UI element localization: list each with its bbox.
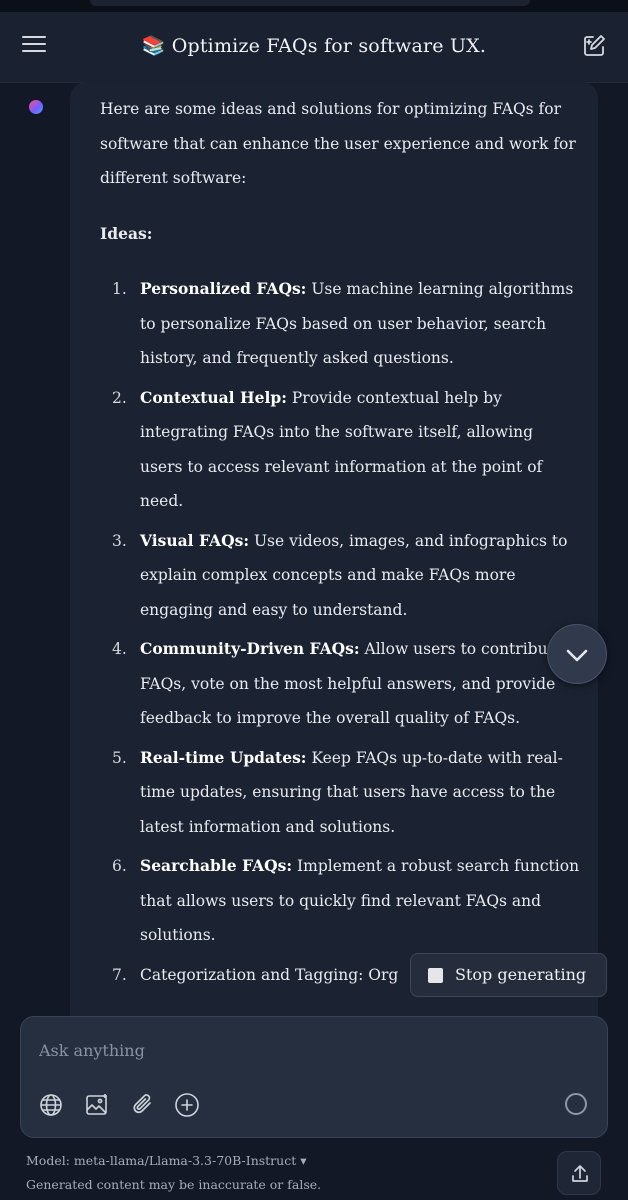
idea-number: 6.: [112, 857, 127, 875]
idea-number: 2.: [112, 388, 127, 407]
loading-spinner-icon: [565, 1093, 587, 1115]
idea-item: 4. Community-Driven FAQs: Allow users to …: [100, 632, 580, 736]
chevron-down-icon: [566, 649, 588, 662]
ideas-list: 1. Personalized FAQs: Use machine learnin…: [100, 272, 580, 992]
scroll-down-button[interactable]: [547, 624, 607, 684]
model-selector[interactable]: Model: meta-llama/Llama-3.3-70B-Instruct…: [26, 1153, 307, 1168]
books-emoji: 📚: [141, 35, 166, 57]
idea-title: Contextual Help:: [140, 387, 287, 407]
status-pill: [90, 0, 530, 6]
idea-title: Real-time Updates:: [140, 747, 307, 767]
idea-item: 3. Visual FAQs: Use videos, images, and i…: [100, 524, 580, 628]
new-chat-icon[interactable]: [580, 32, 608, 60]
message-composer: [20, 1016, 608, 1138]
paperclip-icon[interactable]: [129, 1091, 157, 1119]
idea-title: Searchable FAQs:: [140, 856, 293, 875]
idea-number: 1.: [112, 280, 127, 298]
caret-down-icon: ▾: [300, 1153, 307, 1168]
idea-item: 6. Searchable FAQs: Implement a robust se…: [100, 849, 580, 953]
stop-square-icon: [428, 968, 443, 983]
app-header: 📚 Optimize FAQs for software UX.: [0, 12, 628, 83]
stop-generating-label: Stop generating: [455, 965, 587, 984]
idea-number: 7.: [112, 965, 127, 984]
globe-icon[interactable]: [37, 1091, 65, 1119]
idea-text: Categorization and Tagging: Org: [140, 965, 399, 984]
status-strip: [0, 0, 628, 12]
chat-input[interactable]: [37, 1035, 581, 1065]
idea-item: 2. Contextual Help: Provide contextual he…: [100, 381, 580, 519]
idea-title: Personalized FAQs:: [140, 279, 307, 298]
idea-title: Community-Driven FAQs:: [140, 639, 360, 658]
conversation-title: 📚 Optimize FAQs for software UX.: [0, 34, 628, 57]
share-button[interactable]: [557, 1151, 601, 1195]
disclaimer: Generated content may be inaccurate or f…: [26, 1177, 322, 1192]
model-label: Model: meta-llama/Llama-3.3-70B-Instruct: [26, 1153, 297, 1168]
ideas-heading: Ideas:: [100, 223, 153, 243]
assistant-avatar: [29, 100, 43, 114]
plus-circle-icon[interactable]: [173, 1091, 201, 1119]
assistant-message: Here are some ideas and solutions for op…: [100, 92, 580, 997]
conversation-title-text: Optimize FAQs for software UX.: [171, 35, 487, 57]
share-upload-icon: [572, 1165, 588, 1182]
image-generate-icon[interactable]: [83, 1091, 111, 1119]
idea-number: 5.: [112, 748, 127, 767]
idea-number: 3.: [112, 531, 127, 550]
stop-generating-button[interactable]: Stop generating: [410, 953, 607, 997]
idea-number: 4.: [112, 640, 127, 658]
idea-item: 5. Real-time Updates: Keep FAQs up-to-dat…: [100, 741, 580, 845]
message-intro: Here are some ideas and solutions for op…: [100, 100, 576, 187]
idea-title: Visual FAQs:: [140, 530, 250, 550]
idea-item: 1. Personalized FAQs: Use machine learnin…: [100, 272, 580, 376]
